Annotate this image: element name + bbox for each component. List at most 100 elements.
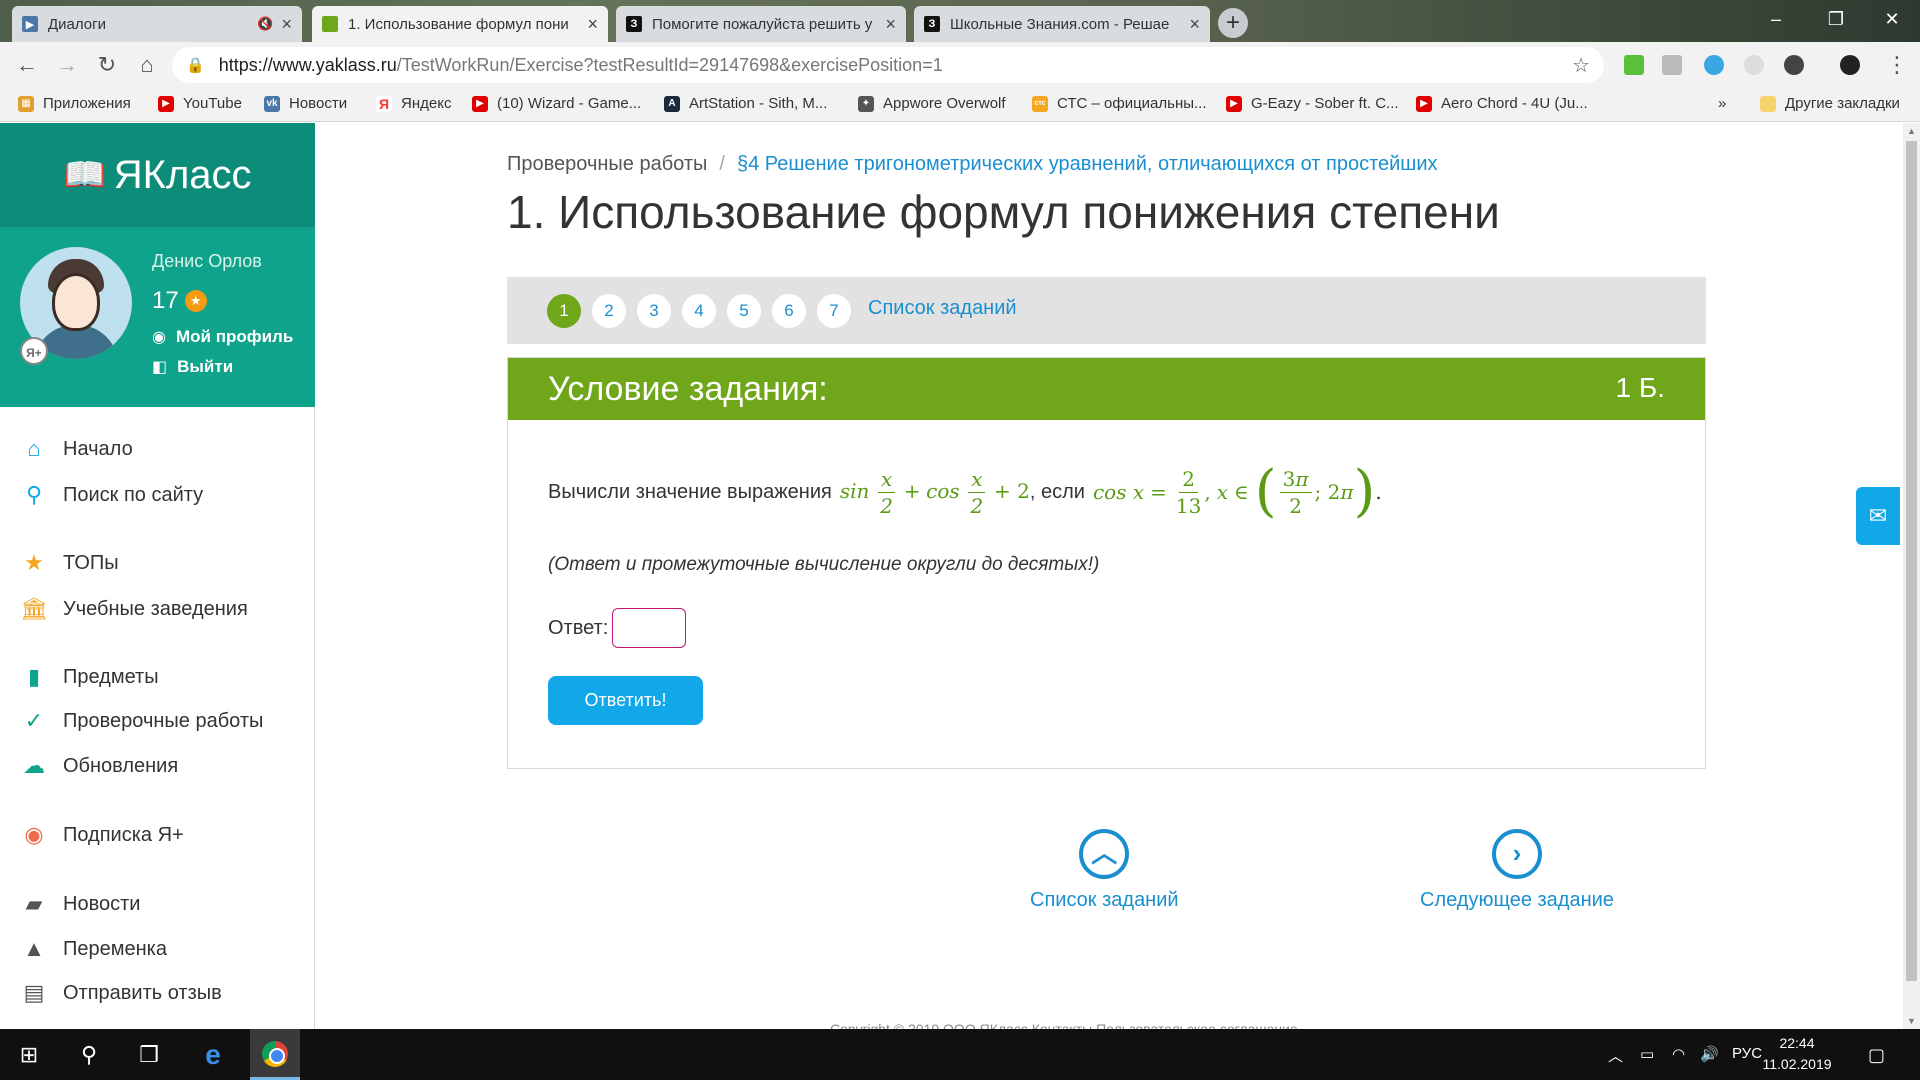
breadcrumb-current-link[interactable]: §4 Решение тригонометрических уравнений,…: [737, 153, 1438, 175]
other-bookmarks-folder[interactable]: Другие закладки: [1760, 95, 1900, 112]
bookmark-wizard[interactable]: ▶ (10) Wizard - Game...: [472, 95, 641, 112]
youtube-icon: ▶: [1226, 95, 1242, 112]
open-book-icon: 📖: [63, 156, 106, 194]
menu-item-tests[interactable]: ✓ Проверочные работы: [20, 707, 264, 735]
profile-avatar-icon[interactable]: [1840, 55, 1860, 75]
chrome-icon: [262, 1041, 288, 1067]
feedback-mail-button[interactable]: ✉: [1856, 487, 1900, 545]
menu-dots-icon[interactable]: ⋮: [1882, 50, 1912, 80]
step-6[interactable]: 6: [772, 294, 806, 328]
menu-item-home[interactable]: ⌂ Начало: [20, 435, 132, 463]
battery-icon[interactable]: ▭: [1640, 1045, 1654, 1063]
bookmark-label: (10) Wizard - Game...: [497, 95, 642, 112]
menu-item-news[interactable]: ▰ Новости: [20, 890, 141, 918]
bookmark-label: Aero Chord - 4U (Ju...: [1441, 95, 1588, 112]
menu-item-tops[interactable]: ★ ТОПы: [20, 549, 119, 577]
next-task-nav[interactable]: › Следующее задание: [1420, 829, 1614, 912]
scrollbar-thumb[interactable]: [1906, 141, 1917, 981]
bell-icon: ▲: [23, 936, 45, 961]
restore-window-icon[interactable]: ❐: [1806, 0, 1866, 40]
submit-answer-button[interactable]: Ответить!: [548, 676, 703, 725]
notifications-icon[interactable]: ▢: [1868, 1045, 1885, 1066]
home-icon: ⌂: [27, 436, 41, 461]
chrome-taskbar-icon[interactable]: [250, 1029, 300, 1080]
browser-tab[interactable]: З Помогите пожалуйста решить у ×: [616, 6, 906, 42]
bookmark-label: Яндекс: [401, 95, 452, 112]
menu-item-break[interactable]: ▲ Переменка: [20, 935, 167, 963]
bookmark-youtube[interactable]: ▶ YouTube: [158, 95, 242, 112]
bookmark-yandex[interactable]: Я Яндекс: [376, 95, 451, 112]
menu-item-label: Предметы: [63, 665, 159, 688]
step-2[interactable]: 2: [592, 294, 626, 328]
close-tab-icon[interactable]: ×: [1189, 14, 1200, 35]
task-list-nav[interactable]: ︿ Список заданий: [1030, 829, 1179, 912]
address-bar[interactable]: 🔒 https://www.yaklass.ru/TestWorkRun/Exe…: [172, 47, 1604, 83]
menu-item-subscription[interactable]: ◉ Подписка Я+: [20, 821, 183, 849]
step-3[interactable]: 3: [637, 294, 671, 328]
bookmark-star-icon[interactable]: ☆: [1572, 53, 1590, 78]
user-name: Денис Орлов: [152, 251, 262, 271]
menu-item-institutions[interactable]: 🏛 Учебные заведения: [20, 595, 248, 623]
tab-favicon-icon: З: [924, 16, 940, 32]
step-5[interactable]: 5: [727, 294, 761, 328]
bookmark-ctc[interactable]: стс СТС – официальны...: [1032, 95, 1207, 112]
youtube-icon: ▶: [472, 95, 488, 112]
answer-input[interactable]: [612, 608, 687, 648]
extension-icon[interactable]: [1662, 55, 1682, 75]
bookmark-aerochord[interactable]: ▶ Aero Chord - 4U (Ju...: [1416, 95, 1588, 112]
extension-icon[interactable]: [1704, 55, 1724, 75]
bookmark-apps[interactable]: ▦ Приложения: [18, 95, 131, 112]
close-tab-icon[interactable]: ×: [281, 14, 292, 35]
reload-icon[interactable]: ↻: [92, 50, 122, 80]
menu-item-subjects[interactable]: ▮ Предметы: [20, 663, 159, 691]
forward-arrow-icon[interactable]: →: [52, 50, 82, 80]
bookmark-news[interactable]: vk Новости: [264, 95, 347, 112]
tab-title: Школьные Знания.com - Решае: [950, 15, 1170, 33]
menu-item-search[interactable]: ⚲ Поиск по сайту: [20, 481, 203, 509]
close-window-icon[interactable]: ✕: [1862, 0, 1920, 40]
step-1[interactable]: 1: [547, 294, 581, 328]
extension-icon[interactable]: [1784, 55, 1804, 75]
system-clock[interactable]: 22:44 11.02.2019: [1752, 1033, 1842, 1075]
menu-item-feedback[interactable]: ▤ Отправить отзыв: [20, 979, 222, 1007]
bookmark-overwolf[interactable]: ✦ Appwore Overwolf: [858, 95, 1006, 112]
search-icon: ⚲: [25, 482, 43, 507]
logout-link[interactable]: ◧ Выйти: [152, 357, 233, 377]
new-tab-button[interactable]: +: [1218, 8, 1248, 38]
bookmarks-overflow-button[interactable]: »: [1718, 95, 1726, 112]
edge-browser-icon[interactable]: e: [188, 1029, 238, 1080]
breadcrumb-root[interactable]: Проверочные работы: [507, 153, 707, 175]
browser-tab-active[interactable]: 1. Использование формул пони ×: [312, 6, 608, 42]
page-scrollbar[interactable]: ▲ ▼: [1903, 123, 1920, 1029]
browser-tab[interactable]: ▶ Диалоги 🔇 ×: [12, 6, 302, 42]
task-view-icon[interactable]: ❒: [124, 1029, 174, 1080]
page-title: 1. Использование формул понижения степен…: [507, 186, 1500, 238]
scroll-down-arrow-icon[interactable]: ▼: [1903, 1013, 1920, 1029]
user-profile-panel: Я+ Денис Орлов 17 ★ ◉ Мой профиль ◧ Выйт…: [0, 227, 315, 407]
volume-icon[interactable]: 🔊: [1700, 1045, 1719, 1063]
menu-item-updates[interactable]: ☁ Обновления: [20, 752, 178, 780]
step-4[interactable]: 4: [682, 294, 716, 328]
download-extension-icon[interactable]: [1624, 55, 1644, 75]
my-profile-link[interactable]: ◉ Мой профиль: [152, 327, 293, 347]
home-icon[interactable]: ⌂: [132, 50, 162, 80]
minimize-window-icon[interactable]: –: [1746, 0, 1806, 40]
tray-chevron-icon[interactable]: ︿: [1608, 1045, 1623, 1066]
site-logo[interactable]: 📖 ЯКласс: [0, 123, 315, 227]
bookmark-geazy[interactable]: ▶ G-Eazy - Sober ft. C...: [1226, 95, 1399, 112]
speaker-muted-icon[interactable]: 🔇: [257, 16, 273, 32]
wifi-icon[interactable]: ◠: [1672, 1045, 1685, 1063]
browser-tab[interactable]: З Школьные Знания.com - Решае ×: [914, 6, 1210, 42]
scroll-up-arrow-icon[interactable]: ▲: [1903, 123, 1920, 139]
step-7[interactable]: 7: [817, 294, 851, 328]
bookmark-artstation[interactable]: A ArtStation - Sith, M...: [664, 95, 827, 112]
task-list-link[interactable]: Список заданий: [868, 297, 1017, 320]
back-arrow-icon[interactable]: ←: [12, 50, 42, 80]
yandex-icon: Я: [376, 95, 392, 112]
windows-start-icon[interactable]: ⊞: [4, 1029, 54, 1080]
search-icon[interactable]: ⚲: [64, 1029, 114, 1080]
bookmarks-bar: ▦ Приложения ▶ YouTube vk Новости Я Яндекс ▶…: [0, 88, 1920, 122]
close-tab-icon[interactable]: ×: [587, 14, 598, 35]
extension-icon[interactable]: [1744, 55, 1764, 75]
close-tab-icon[interactable]: ×: [885, 14, 896, 35]
